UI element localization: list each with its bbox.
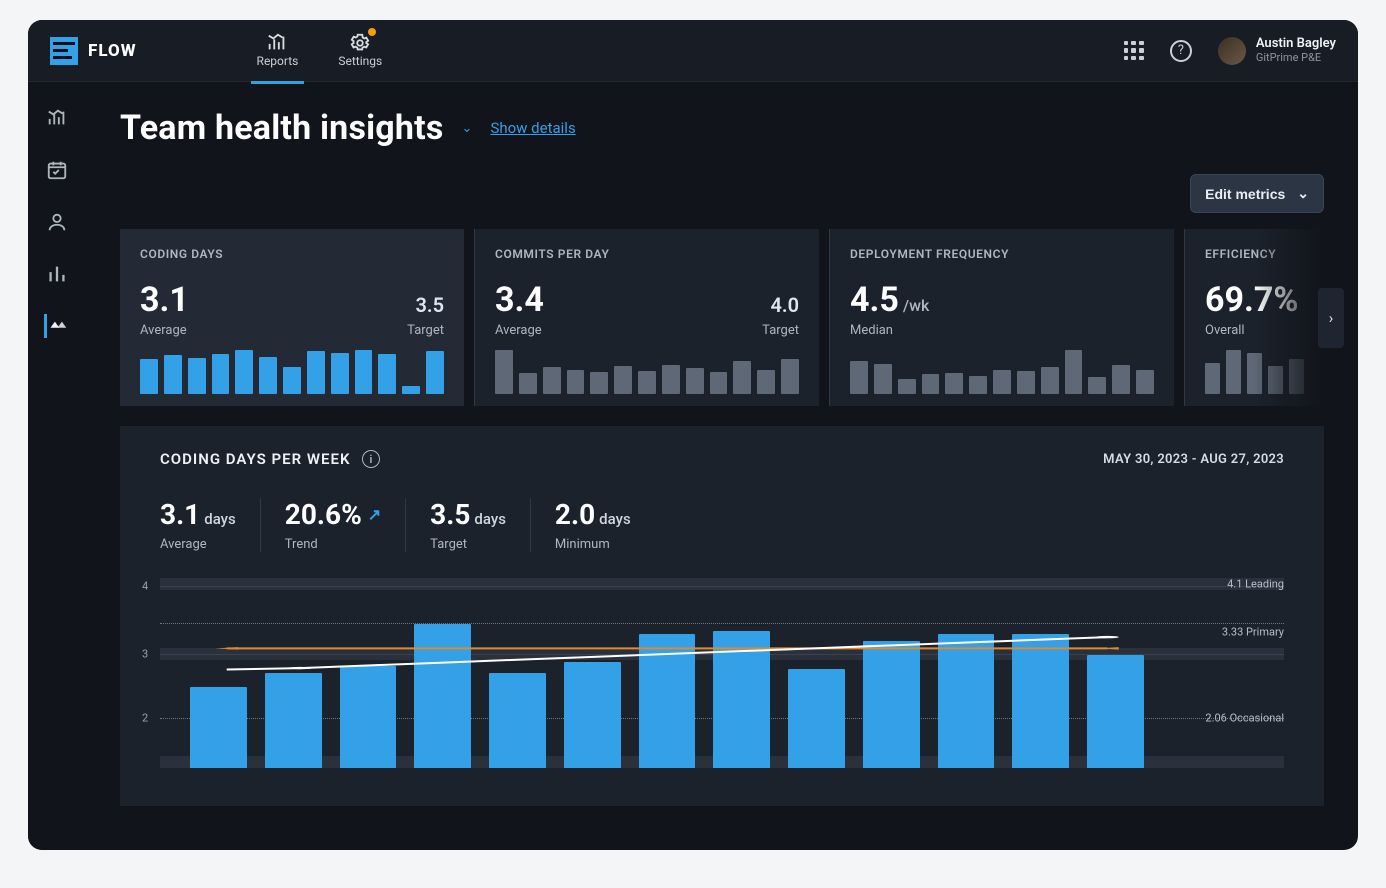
card-label: EFFICIENCY xyxy=(1205,247,1304,261)
card-efficiency[interactable]: EFFICIENCY 69.7% Overall xyxy=(1184,229,1324,406)
topbar: FLOW Reports Settings ? Austin Bagley Gi… xyxy=(28,20,1358,82)
user-org: GitPrime P&E xyxy=(1256,52,1336,64)
stat-strip: 3.1days Average 20.6%↗ Trend 3.5days Tar… xyxy=(160,498,1284,552)
metric-cards: CODING DAYS 3.1 Average 3.5 Target COMMI… xyxy=(120,229,1324,406)
sparkline-coding-days xyxy=(140,350,444,394)
coding-days-panel: CODING DAYS PER WEEK i MAY 30, 2023 - AU… xyxy=(120,426,1324,806)
user-name: Austin Bagley xyxy=(1256,37,1336,51)
panel-date-range: MAY 30, 2023 - AUG 27, 2023 xyxy=(1103,452,1284,467)
show-details-link[interactable]: Show details xyxy=(490,119,575,137)
edit-metrics-label: Edit metrics xyxy=(1205,186,1285,202)
stat-minimum: 2.0days Minimum xyxy=(531,498,655,552)
trend-up-icon: ↗ xyxy=(368,505,381,524)
band-primary: 3.33 Primary xyxy=(1214,626,1284,639)
rail-calendar[interactable] xyxy=(45,158,69,182)
avatar xyxy=(1218,37,1246,65)
trend-lines xyxy=(190,578,1144,768)
help-icon[interactable]: ? xyxy=(1170,40,1192,62)
card-caption: Median xyxy=(850,323,929,338)
card-target: 3.5 xyxy=(407,293,444,317)
app-logo[interactable]: FLOW xyxy=(50,37,137,65)
card-caption: Overall xyxy=(1205,323,1299,338)
card-value: 3.1 xyxy=(140,283,189,317)
user-menu[interactable]: Austin Bagley GitPrime P&E xyxy=(1218,37,1336,65)
info-icon[interactable]: i xyxy=(362,450,380,468)
axis-tick: 2 xyxy=(142,712,148,725)
app-frame: FLOW Reports Settings ? Austin Bagley Gi… xyxy=(28,20,1358,850)
card-value: 69.7% xyxy=(1205,283,1299,317)
sparkline-efficiency xyxy=(1205,350,1304,394)
nav-settings[interactable]: Settings xyxy=(338,32,382,70)
band-occasional: 2.06 Occasional xyxy=(1197,712,1284,725)
page-title: Team health insights xyxy=(120,108,444,148)
card-label: COMMITS PER DAY xyxy=(495,247,799,261)
card-value: 4.5/wk xyxy=(850,283,929,317)
left-rail xyxy=(28,82,86,850)
axis-tick: 3 xyxy=(142,648,148,661)
card-deploy[interactable]: DEPLOYMENT FREQUENCY 4.5/wk Median xyxy=(829,229,1174,406)
edit-metrics-button[interactable]: Edit metrics ⌄ xyxy=(1190,174,1324,213)
chevron-down-icon[interactable]: ⌄ xyxy=(462,121,473,136)
card-target: 4.0 xyxy=(762,293,799,317)
band-leading: 4.1 Leading xyxy=(1219,578,1284,591)
card-commits[interactable]: COMMITS PER DAY 3.4 Average 4.0 Target xyxy=(474,229,819,406)
rail-overview[interactable] xyxy=(45,106,69,130)
edit-row: Edit metrics ⌄ xyxy=(120,174,1324,213)
card-target-caption: Target xyxy=(762,323,799,338)
top-nav: Reports Settings xyxy=(257,32,383,70)
nav-settings-label: Settings xyxy=(338,54,382,68)
rail-insights[interactable] xyxy=(44,314,68,338)
page-title-row: Team health insights ⌄ Show details xyxy=(120,108,1324,148)
nav-reports[interactable]: Reports xyxy=(257,32,299,70)
chevron-down-icon: ⌄ xyxy=(1297,185,1309,202)
content: Team health insights ⌄ Show details Edit… xyxy=(86,82,1358,850)
reports-icon xyxy=(266,32,288,54)
topbar-right: ? Austin Bagley GitPrime P&E xyxy=(1124,37,1336,65)
panel-title: CODING DAYS PER WEEK i xyxy=(160,450,380,468)
sparkline-commits xyxy=(495,350,799,394)
apps-grid-icon[interactable] xyxy=(1124,41,1144,61)
notification-dot-icon xyxy=(368,28,376,36)
card-label: DEPLOYMENT FREQUENCY xyxy=(850,247,1154,261)
axis-tick: 4 xyxy=(142,580,148,593)
logo-text: FLOW xyxy=(88,41,137,61)
stat-average: 3.1days Average xyxy=(160,498,261,552)
card-caption: Average xyxy=(140,323,189,338)
card-target-caption: Target xyxy=(407,323,444,338)
rail-people[interactable] xyxy=(45,210,69,234)
card-label: CODING DAYS xyxy=(140,247,444,261)
nav-reports-label: Reports xyxy=(257,54,299,68)
rail-bars[interactable] xyxy=(45,262,69,286)
card-caption: Average xyxy=(495,323,544,338)
gear-icon xyxy=(349,32,371,54)
stat-trend: 20.6%↗ Trend xyxy=(261,498,406,552)
card-value: 3.4 xyxy=(495,283,544,317)
coding-days-chart: 4 4.1 Leading 3 3.33 Primary 2 2.06 Occa… xyxy=(160,578,1284,768)
scroll-right-button[interactable]: › xyxy=(1318,288,1344,348)
stat-target: 3.5days Target xyxy=(406,498,531,552)
logo-icon xyxy=(50,37,78,65)
sparkline-deploy xyxy=(850,350,1154,394)
card-coding-days[interactable]: CODING DAYS 3.1 Average 3.5 Target xyxy=(120,229,464,406)
